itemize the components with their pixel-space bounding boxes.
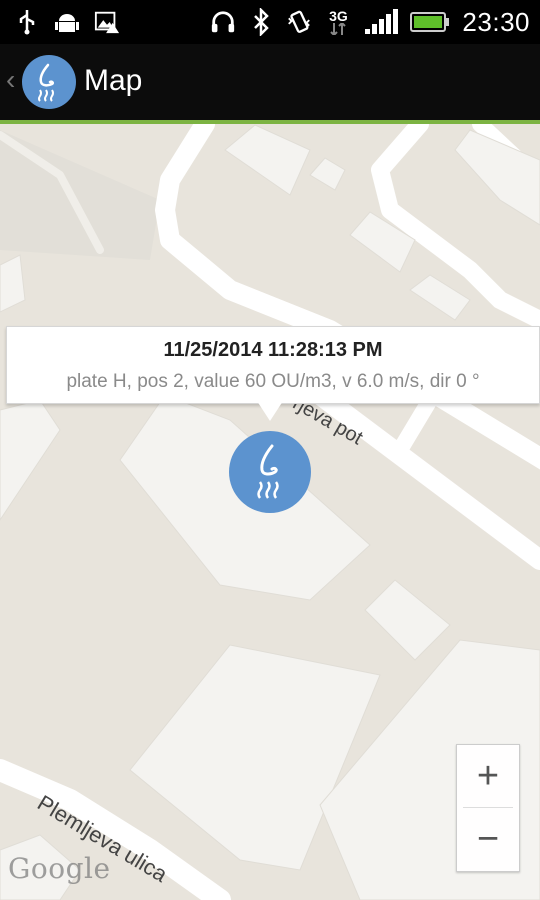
usb-icon [14,9,40,35]
chevron-left-icon[interactable]: ‹ [6,66,15,94]
info-details: plate H, pos 2, value 60 OU/m3, v 6.0 m/… [66,371,480,392]
status-bar: 3G 23:30 [0,0,540,44]
signal-icon [364,9,399,35]
status-right-icons: 3G 23:30 [210,6,530,38]
image-warning-icon [94,9,120,35]
nose-smell-icon[interactable] [22,55,76,109]
zoom-in-button[interactable]: + [457,745,519,807]
action-bar: ‹ Map [0,44,540,124]
headphones-icon [210,9,236,35]
marker-info-window[interactable]: 11/25/2014 11:28:13 PM plate H, pos 2, v… [6,326,540,404]
status-left-icons [14,6,120,38]
info-window-pointer [257,401,283,421]
zoom-out-button[interactable]: − [457,808,519,870]
info-timestamp: 11/25/2014 11:28:13 PM [163,339,383,361]
page-title: Map [84,64,143,97]
clock: 23:30 [462,6,530,37]
nose-smell-icon [257,444,279,499]
android-debug-icon [54,9,80,35]
vibrate-icon [286,9,312,35]
map-marker[interactable] [229,431,311,513]
network-type-label: 3G [329,8,348,24]
network-3g-icon: 3G [324,9,352,35]
bluetooth-icon [248,8,274,36]
google-attribution: Google [8,852,111,885]
zoom-controls: + − [456,744,520,872]
battery-icon [410,9,450,35]
